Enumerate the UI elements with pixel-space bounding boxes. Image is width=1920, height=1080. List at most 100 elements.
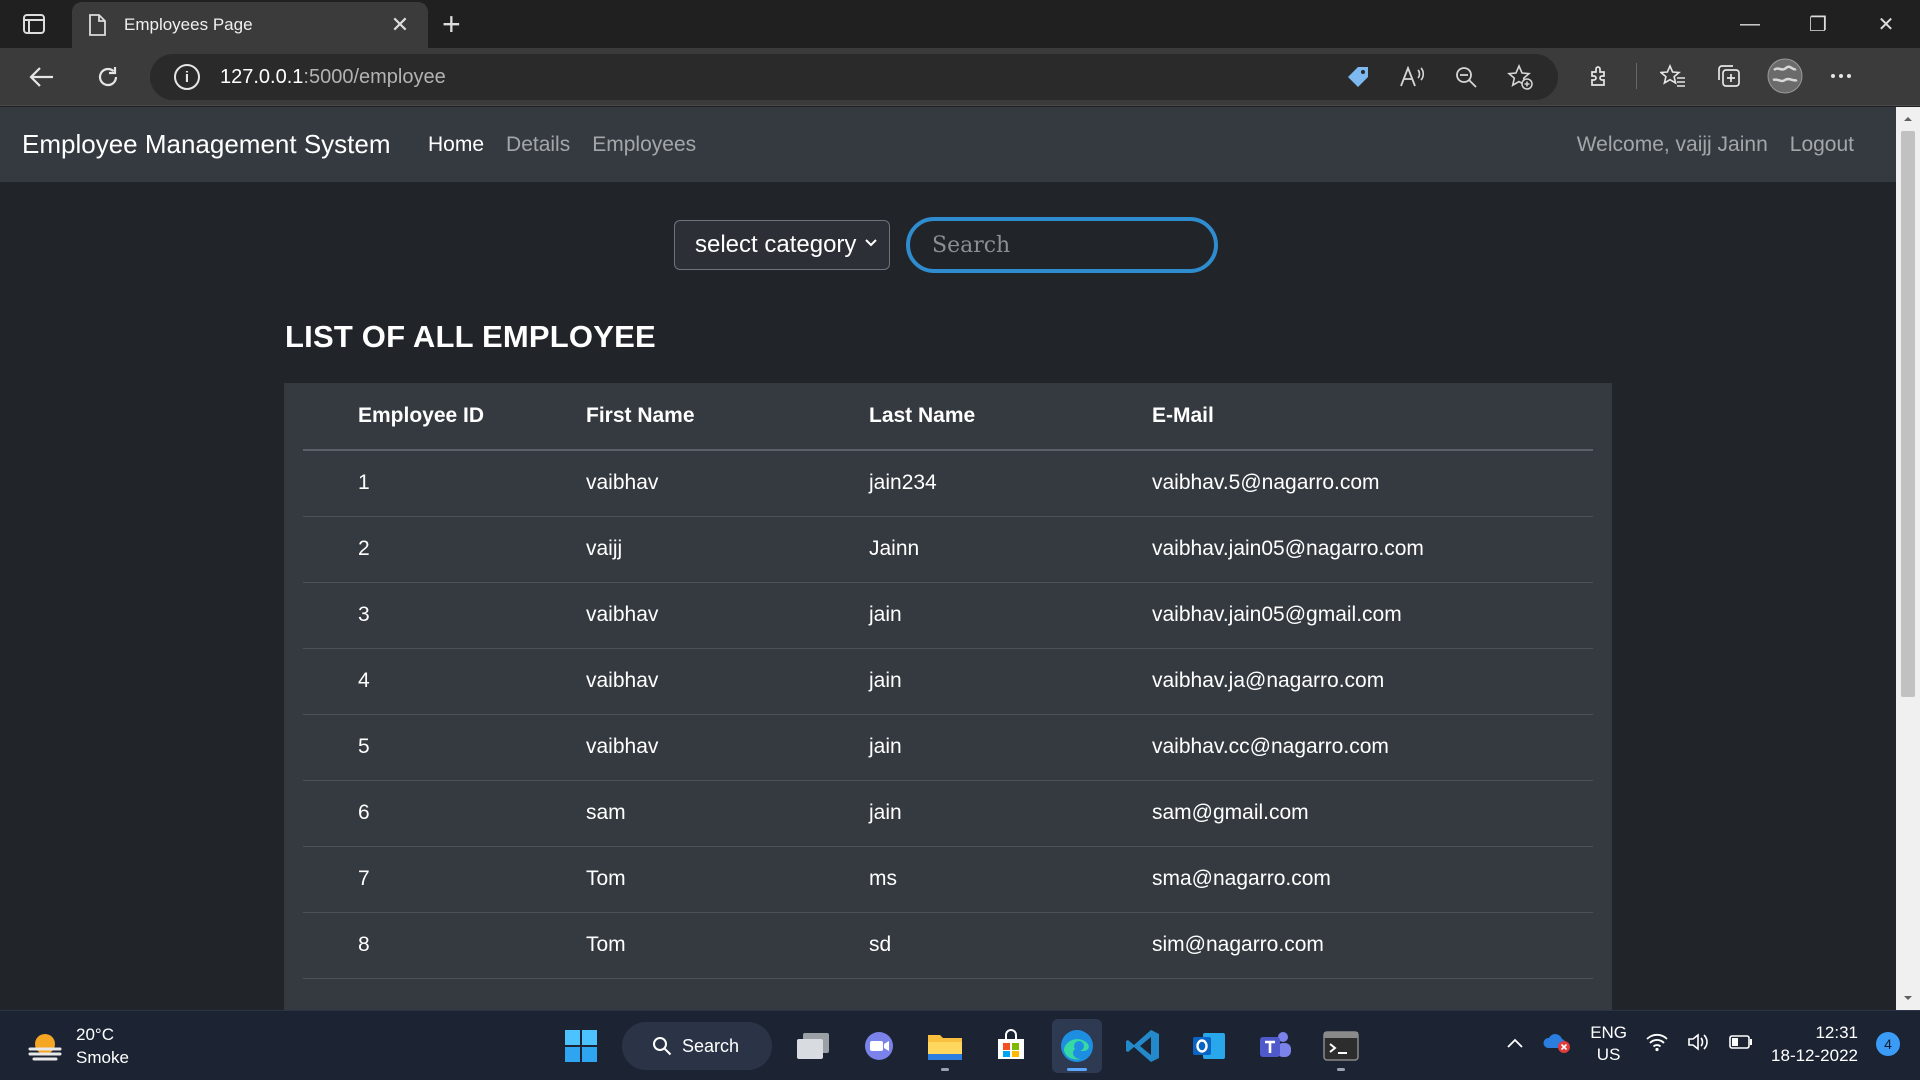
search-icon: [653, 1037, 672, 1056]
teams-icon[interactable]: [1250, 1019, 1300, 1073]
taskbar-search-button[interactable]: Search: [622, 1022, 772, 1070]
logout-link[interactable]: Logout: [1790, 133, 1854, 157]
address-bar: i 127.0.0.1:5000/employee: [0, 48, 1920, 106]
tab-title: Employees Page: [124, 15, 253, 34]
page-scrollbar[interactable]: [1896, 107, 1920, 1010]
window-controls: ― ❐ ✕: [1716, 0, 1920, 48]
table-row: 5 vaibhav jain vaibhav.cc@nagarro.com: [303, 714, 1593, 781]
column-header-email: E-Mail: [1152, 383, 1593, 451]
running-indicator: [1067, 1068, 1087, 1071]
search-input[interactable]: [932, 232, 1210, 258]
restore-icon[interactable]: ❐: [1784, 0, 1852, 48]
add-favorite-icon[interactable]: [1504, 61, 1536, 93]
page-icon: [88, 14, 106, 36]
table-body: 1 vaibhav jain234 vaibhav.5@nagarro.com 2 vai…: [303, 450, 1593, 979]
running-indicator: [941, 1068, 949, 1071]
chevron-up-icon[interactable]: [1506, 1034, 1524, 1054]
browser-tab[interactable]: Employees Page ✕: [72, 2, 428, 48]
nav-links: Home Details Employees: [428, 133, 696, 157]
vscode-icon[interactable]: [1118, 1019, 1168, 1073]
cell-employee-id: 7: [303, 846, 586, 913]
battery-icon[interactable]: [1729, 1034, 1753, 1055]
scroll-up-icon[interactable]: [1902, 113, 1914, 125]
back-icon[interactable]: [22, 58, 62, 96]
extensions-icon[interactable]: [1580, 56, 1620, 96]
cell-first-name: vaijj: [586, 516, 869, 583]
brand-title[interactable]: Employee Management System: [22, 129, 391, 160]
site-navbar: Employee Management System Home Details …: [0, 107, 1896, 182]
column-header-first-name: First Name: [586, 383, 869, 451]
coupon-tag-icon[interactable]: [1342, 61, 1374, 93]
weather-description: Smoke: [76, 1048, 129, 1067]
chat-app-icon[interactable]: [854, 1019, 904, 1073]
site-info-icon[interactable]: i: [174, 64, 200, 90]
close-window-icon[interactable]: ✕: [1852, 0, 1920, 48]
category-select[interactable]: select category: [674, 220, 890, 270]
cell-email: vaibhav.5@nagarro.com: [1152, 450, 1593, 517]
minimize-icon[interactable]: ―: [1716, 0, 1784, 48]
cell-first-name: Tom: [586, 846, 869, 913]
nav-link-home[interactable]: Home: [428, 133, 484, 157]
region-code: US: [1596, 1045, 1621, 1064]
scrollbar-thumb[interactable]: [1901, 131, 1915, 697]
collections-icon[interactable]: [1709, 56, 1749, 96]
table-row: 2 vaijj Jainn vaibhav.jain05@nagarro.com: [303, 516, 1593, 583]
edge-browser-icon[interactable]: [1052, 1019, 1102, 1073]
favorites-icon[interactable]: [1653, 56, 1693, 96]
table-row: 6 sam jain sam@gmail.com: [303, 780, 1593, 847]
table-row: 3 vaibhav jain vaibhav.jain05@gmail.com: [303, 582, 1593, 649]
more-menu-icon[interactable]: [1821, 56, 1861, 96]
terminal-icon[interactable]: [1316, 1019, 1366, 1073]
nav-link-details[interactable]: Details: [506, 133, 570, 157]
clock[interactable]: 12:31 18-12-2022: [1771, 1021, 1858, 1067]
nav-link-employees[interactable]: Employees: [592, 133, 696, 157]
new-tab-icon[interactable]: +: [442, 6, 461, 43]
clock-date: 18-12-2022: [1771, 1046, 1858, 1065]
refresh-icon[interactable]: [88, 58, 128, 96]
url-host: 127.0.0.1: [220, 65, 304, 88]
cell-last-name: Jainn: [869, 516, 1152, 583]
cell-email: vaibhav.ja@nagarro.com: [1152, 648, 1593, 715]
category-select-value: select category: [695, 231, 857, 258]
browser-toolbar: [1580, 56, 1861, 96]
table-row: 4 vaibhav jain vaibhav.ja@nagarro.com: [303, 648, 1593, 715]
scroll-down-icon[interactable]: [1902, 992, 1914, 1004]
language-indicator[interactable]: ENG US: [1590, 1022, 1627, 1066]
weather-haze-icon: [28, 1034, 62, 1061]
volume-icon[interactable]: [1687, 1032, 1711, 1057]
start-button[interactable]: [556, 1019, 606, 1073]
url-field[interactable]: i 127.0.0.1:5000/employee: [150, 54, 1558, 100]
outlook-icon[interactable]: [1184, 1019, 1234, 1073]
employee-table: Employee ID First Name Last Name E-Mail …: [303, 383, 1593, 979]
taskbar-search-label: Search: [682, 1035, 740, 1056]
read-aloud-icon[interactable]: [1396, 61, 1428, 93]
wifi-icon[interactable]: [1645, 1032, 1669, 1057]
cell-email: sam@gmail.com: [1152, 780, 1593, 847]
cell-email: sma@nagarro.com: [1152, 846, 1593, 913]
cell-last-name: ms: [869, 846, 1152, 913]
weather-temperature: 20°C: [76, 1025, 114, 1044]
taskbar-apps: Search: [556, 1019, 1366, 1073]
file-explorer-icon[interactable]: [920, 1019, 970, 1073]
weather-widget[interactable]: 20°C Smoke: [26, 1023, 129, 1069]
task-view-icon[interactable]: [788, 1019, 838, 1073]
zoom-out-icon[interactable]: [1450, 61, 1482, 93]
web-page: Employee Management System Home Details …: [0, 107, 1896, 1010]
cell-last-name: jain: [869, 582, 1152, 649]
profile-avatar-icon[interactable]: [1765, 56, 1805, 96]
cell-employee-id: 1: [303, 450, 586, 517]
page-title: LIST OF ALL EMPLOYEE: [285, 319, 656, 354]
cell-first-name: sam: [586, 780, 869, 847]
table-row: 8 Tom sd sim@nagarro.com: [303, 912, 1593, 979]
windows-taskbar: 20°C Smoke Search ENG US 12:31 18-12-202…: [0, 1010, 1920, 1080]
cell-email: vaibhav.jain05@gmail.com: [1152, 582, 1593, 649]
tab-actions-icon[interactable]: [18, 10, 50, 38]
notification-badge[interactable]: 4: [1876, 1032, 1900, 1056]
url-path: :5000/employee: [303, 65, 446, 88]
chevron-down-icon: [865, 239, 877, 247]
microsoft-store-icon[interactable]: [986, 1019, 1036, 1073]
close-tab-icon[interactable]: ✕: [388, 12, 412, 38]
employee-table-container: Employee ID First Name Last Name E-Mail …: [284, 383, 1612, 1010]
table-header-row: Employee ID First Name Last Name E-Mail: [303, 383, 1593, 451]
onedrive-error-icon[interactable]: [1542, 1030, 1572, 1059]
